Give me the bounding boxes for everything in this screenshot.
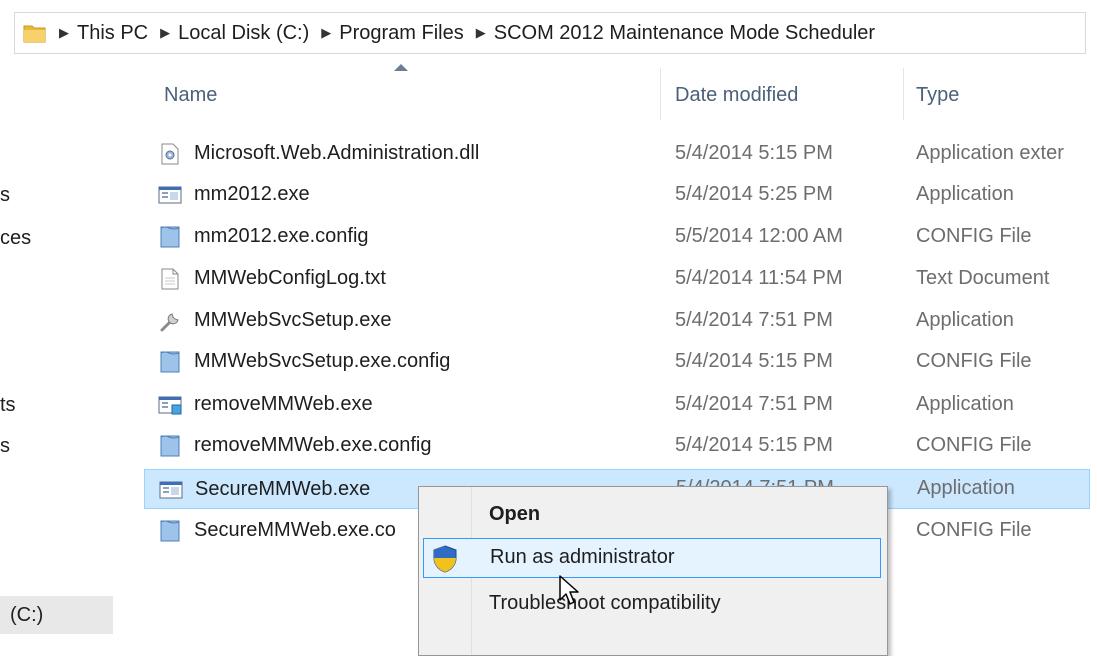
file-row[interactable]: removeMMWeb.exe 5/4/2014 7:51 PM Applica… bbox=[144, 385, 1090, 425]
breadcrumb-local-disk[interactable]: Local Disk (C:) bbox=[178, 22, 309, 45]
file-row[interactable]: MMWebSvcSetup.exe 5/4/2014 7:51 PM Appli… bbox=[144, 301, 1090, 341]
breadcrumb-program-files[interactable]: Program Files bbox=[339, 22, 463, 45]
file-date: 5/4/2014 5:15 PM bbox=[675, 350, 833, 372]
file-type: CONFIG File bbox=[916, 519, 1032, 541]
file-row[interactable]: Microsoft.Web.Administration.dll 5/4/201… bbox=[144, 134, 1090, 174]
exe-icon bbox=[158, 184, 182, 206]
file-type: CONFIG File bbox=[916, 434, 1032, 456]
address-bar[interactable]: ▶ This PC ▶ Local Disk (C:) ▶ Program Fi… bbox=[14, 12, 1086, 54]
column-header-name[interactable]: Name bbox=[164, 84, 217, 107]
file-type: CONFIG File bbox=[916, 350, 1032, 372]
file-type: CONFIG File bbox=[916, 225, 1032, 247]
file-type: Text Document bbox=[916, 267, 1050, 289]
mouse-cursor-icon bbox=[558, 574, 582, 613]
nav-item[interactable]: s bbox=[0, 184, 10, 207]
menu-item-label: Troubleshoot compatibility bbox=[489, 592, 721, 614]
nav-item[interactable]: ts bbox=[0, 394, 16, 417]
text-file-icon bbox=[158, 268, 182, 290]
dll-icon bbox=[158, 143, 182, 165]
file-name: removeMMWeb.exe.config bbox=[194, 434, 432, 456]
breadcrumb-current-folder[interactable]: SCOM 2012 Maintenance Mode Scheduler bbox=[494, 22, 875, 45]
nav-item[interactable]: ces bbox=[0, 227, 31, 250]
file-name: removeMMWeb.exe bbox=[194, 393, 373, 415]
breadcrumb-this-pc[interactable]: This PC bbox=[77, 22, 148, 45]
file-date: 5/4/2014 7:51 PM bbox=[675, 309, 833, 331]
sort-ascending-icon bbox=[394, 64, 408, 71]
file-date: 5/5/2014 12:00 AM bbox=[675, 225, 843, 247]
column-divider[interactable] bbox=[660, 68, 661, 120]
nav-item-local-disk[interactable]: (C:) bbox=[0, 596, 113, 634]
file-date: 5/4/2014 5:25 PM bbox=[675, 183, 833, 205]
file-name: MMWebSvcSetup.exe bbox=[194, 309, 392, 331]
menu-item-label: Open bbox=[489, 503, 541, 525]
file-date: 5/4/2014 7:51 PM bbox=[675, 393, 833, 415]
file-date: 5/4/2014 5:15 PM bbox=[675, 434, 833, 456]
column-header-date-modified[interactable]: Date modified bbox=[675, 84, 798, 107]
menu-item-open[interactable]: Open bbox=[423, 495, 881, 535]
file-row[interactable]: mm2012.exe.config 5/5/2014 12:00 AM CONF… bbox=[144, 217, 1090, 257]
exe-icon bbox=[159, 479, 183, 501]
file-type: Application bbox=[916, 309, 1014, 331]
file-row[interactable]: MMWebConfigLog.txt 5/4/2014 11:54 PM Tex… bbox=[144, 259, 1090, 299]
column-divider[interactable] bbox=[903, 68, 904, 120]
nav-item[interactable]: s bbox=[0, 435, 10, 458]
file-name: mm2012.exe bbox=[194, 183, 310, 205]
breadcrumb-separator-icon[interactable]: ▶ bbox=[160, 25, 170, 41]
file-name: MMWebConfigLog.txt bbox=[194, 267, 386, 289]
folder-icon bbox=[23, 23, 47, 43]
breadcrumb-separator-icon[interactable]: ▶ bbox=[321, 25, 331, 41]
file-name: SecureMMWeb.exe.co bbox=[194, 519, 396, 541]
context-menu: Open Run as administrator Troubleshoot c… bbox=[418, 486, 888, 656]
config-file-icon bbox=[158, 226, 182, 248]
file-name: MMWebSvcSetup.exe.config bbox=[194, 350, 451, 372]
file-row[interactable]: removeMMWeb.exe.config 5/4/2014 5:15 PM … bbox=[144, 426, 1090, 466]
file-date: 5/4/2014 11:54 PM bbox=[675, 267, 843, 289]
exe-icon bbox=[158, 394, 182, 416]
menu-item-run-as-administrator[interactable]: Run as administrator bbox=[423, 538, 881, 578]
file-date: 5/4/2014 5:15 PM bbox=[675, 142, 833, 164]
file-name: mm2012.exe.config bbox=[194, 225, 369, 247]
breadcrumb-separator-icon[interactable]: ▶ bbox=[59, 25, 69, 41]
setup-wrench-icon bbox=[158, 310, 182, 332]
file-type: Application bbox=[916, 393, 1014, 415]
column-header-type[interactable]: Type bbox=[916, 84, 959, 107]
file-row[interactable]: MMWebSvcSetup.exe.config 5/4/2014 5:15 P… bbox=[144, 342, 1090, 382]
file-name: Microsoft.Web.Administration.dll bbox=[194, 142, 480, 164]
file-type: Application bbox=[917, 477, 1015, 499]
menu-item-troubleshoot-compatibility[interactable]: Troubleshoot compatibility bbox=[423, 584, 881, 624]
file-type: Application exter bbox=[916, 142, 1064, 164]
breadcrumb-separator-icon[interactable]: ▶ bbox=[476, 25, 486, 41]
config-file-icon bbox=[158, 435, 182, 457]
menu-item-label: Run as administrator bbox=[490, 546, 675, 568]
uac-shield-icon bbox=[432, 545, 458, 578]
file-type: Application bbox=[916, 183, 1014, 205]
file-row[interactable]: mm2012.exe 5/4/2014 5:25 PM Application bbox=[144, 175, 1090, 215]
config-file-icon bbox=[158, 351, 182, 373]
file-name: SecureMMWeb.exe bbox=[195, 478, 371, 500]
config-file-icon bbox=[158, 520, 182, 542]
